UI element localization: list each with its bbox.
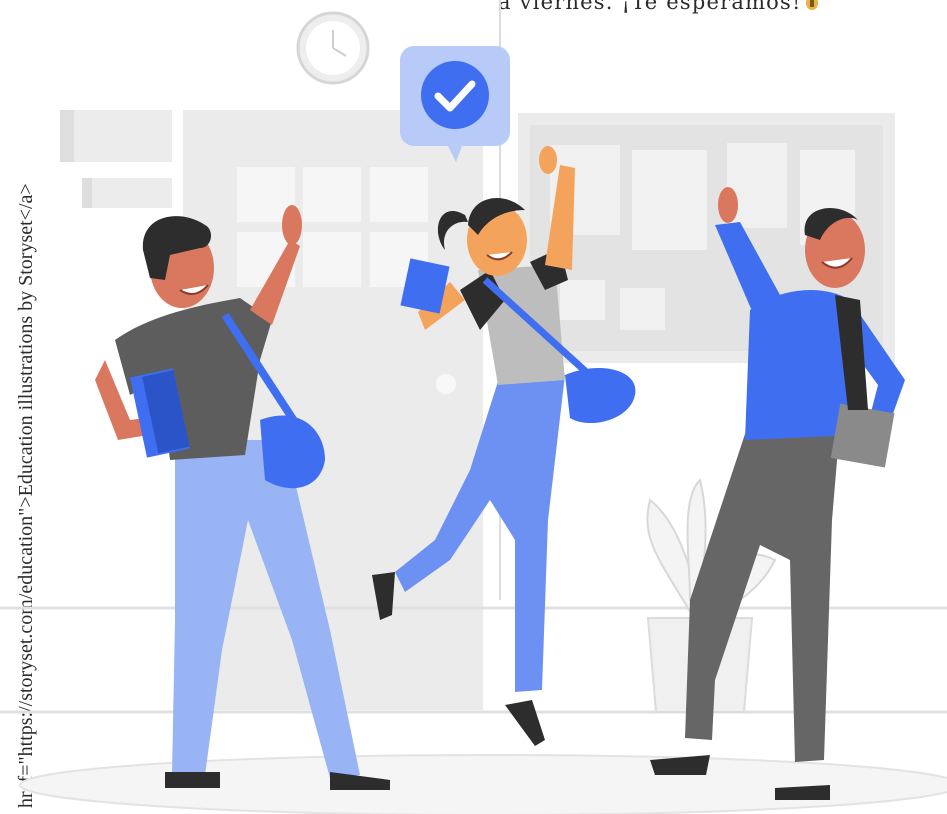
- wall-panel-top: [60, 110, 172, 162]
- check-badge: [400, 46, 510, 162]
- floor-shadow: [19, 754, 947, 814]
- wall-panel-bottom: [82, 178, 172, 208]
- check-circle-icon: [421, 61, 489, 129]
- education-illustration: [0, 0, 947, 814]
- wall-clock: [296, 11, 370, 85]
